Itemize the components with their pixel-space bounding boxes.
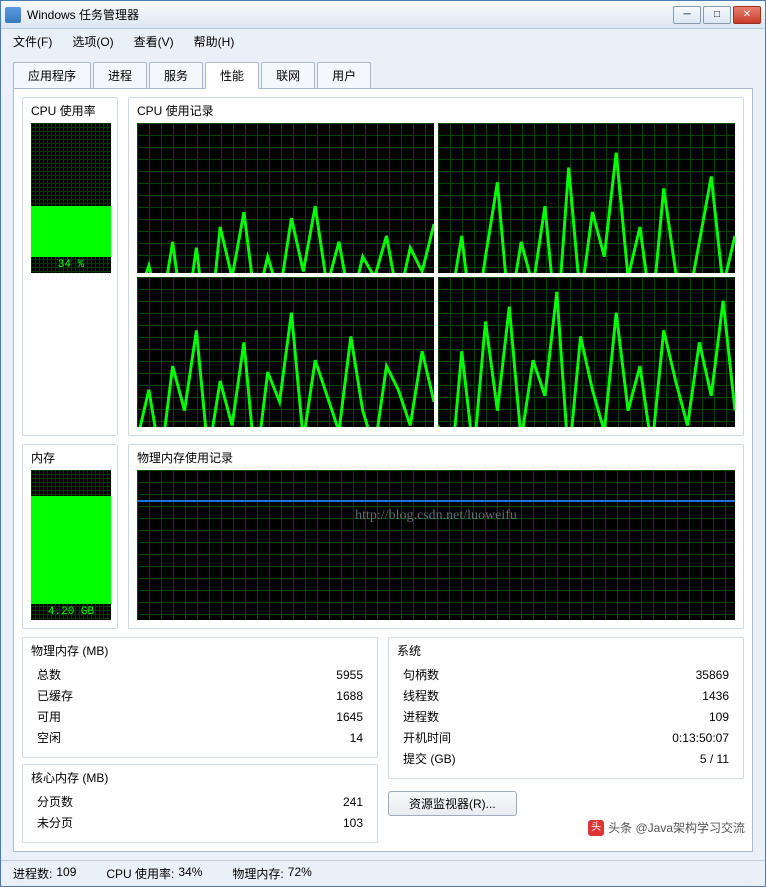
threads-label: 线程数 — [399, 686, 560, 705]
uptime-label: 开机时间 — [399, 728, 560, 747]
uptime-value: 0:13:50:07 — [562, 728, 733, 747]
maximize-button[interactable]: □ — [703, 6, 731, 24]
sb-processes-value: 109 — [56, 865, 76, 882]
tab-users[interactable]: 用户 — [317, 62, 371, 88]
tab-performance[interactable]: 性能 — [205, 62, 259, 89]
cpu-gauge-value: 34 % — [31, 259, 111, 271]
memory-history-group: 物理内存使用记录 http://blog.csdn.net/luoweifu — [128, 444, 744, 629]
cpu-chart-0 — [137, 123, 434, 273]
tab-applications[interactable]: 应用程序 — [13, 62, 91, 88]
cpu-chart-1 — [438, 123, 735, 273]
tab-services[interactable]: 服务 — [149, 62, 203, 88]
toutiao-icon: 头 — [588, 820, 604, 836]
menu-file[interactable]: 文件(F) — [9, 31, 56, 52]
window-title: Windows 任务管理器 — [27, 6, 673, 23]
cached-label: 已缓存 — [33, 686, 219, 705]
memory-group: 内存 4.20 GB — [22, 444, 118, 629]
sb-processes-label: 进程数: — [13, 865, 52, 882]
proc-count-label: 进程数 — [399, 707, 560, 726]
titlebar: Windows 任务管理器 ─ □ ✕ — [1, 1, 765, 29]
memory-gauge-value: 4.20 GB — [31, 606, 111, 618]
handles-label: 句柄数 — [399, 665, 560, 684]
cpu-history-group: CPU 使用记录 — [128, 97, 744, 436]
cpu-history-label: CPU 使用记录 — [137, 102, 735, 119]
cpu-usage-label: CPU 使用率 — [31, 102, 109, 119]
free-value: 14 — [221, 728, 367, 747]
total-label: 总数 — [33, 665, 219, 684]
nonpaged-value: 103 — [238, 813, 367, 832]
resource-monitor-button[interactable]: 资源监视器(R)... — [388, 791, 517, 816]
physical-memory-group: 物理内存 (MB) 总数5955 已缓存1688 可用1645 空闲14 — [22, 637, 378, 758]
sb-mem-label: 物理内存: — [232, 865, 283, 882]
minimize-button[interactable]: ─ — [673, 6, 701, 24]
attribution-text: 头条 @Java架构学习交流 — [608, 819, 745, 836]
menu-options[interactable]: 选项(O) — [68, 31, 117, 52]
threads-value: 1436 — [562, 686, 733, 705]
close-button[interactable]: ✕ — [733, 6, 761, 24]
system-label: 系统 — [397, 642, 735, 659]
watermark-text: http://blog.csdn.net/luoweifu — [355, 508, 517, 524]
cpu-usage-group: CPU 使用率 34 % — [22, 97, 118, 436]
tab-networking[interactable]: 联网 — [261, 62, 315, 88]
available-label: 可用 — [33, 707, 219, 726]
app-icon — [5, 7, 21, 23]
commit-value: 5 / 11 — [562, 749, 733, 768]
system-group: 系统 句柄数35869 线程数1436 进程数109 开机时间0:13:50:0… — [388, 637, 744, 779]
sb-cpu-label: CPU 使用率: — [106, 865, 174, 882]
free-label: 空闲 — [33, 728, 219, 747]
memory-history-label: 物理内存使用记录 — [137, 449, 735, 466]
cpu-charts — [137, 123, 735, 427]
cached-value: 1688 — [221, 686, 367, 705]
phys-mem-label: 物理内存 (MB) — [31, 642, 369, 659]
proc-count-value: 109 — [562, 707, 733, 726]
total-value: 5955 — [221, 665, 367, 684]
tab-strip: 应用程序 进程 服务 性能 联网 用户 — [1, 54, 765, 88]
statusbar: 进程数:109 CPU 使用率:34% 物理内存: 72% — [1, 860, 765, 886]
available-value: 1645 — [221, 707, 367, 726]
handles-value: 35869 — [562, 665, 733, 684]
paged-value: 241 — [238, 792, 367, 811]
cpu-chart-2 — [137, 277, 434, 427]
cpu-chart-3 — [438, 277, 735, 427]
commit-label: 提交 (GB) — [399, 749, 560, 768]
nonpaged-label: 未分页 — [33, 813, 236, 832]
menu-view[interactable]: 查看(V) — [130, 31, 178, 52]
memory-label: 内存 — [31, 449, 109, 466]
sb-cpu-value: 34% — [178, 865, 202, 882]
kernel-memory-group: 核心内存 (MB) 分页数241 未分页103 — [22, 764, 378, 843]
cpu-gauge: 34 % — [31, 123, 111, 273]
attribution: 头 头条 @Java架构学习交流 — [588, 819, 745, 836]
performance-panel: CPU 使用率 34 % CPU 使用记录 内存 — [13, 88, 753, 852]
sb-mem-value: 72% — [288, 865, 312, 882]
memory-chart: http://blog.csdn.net/luoweifu — [137, 470, 735, 620]
tab-processes[interactable]: 进程 — [93, 62, 147, 88]
kernel-mem-label: 核心内存 (MB) — [31, 769, 369, 786]
paged-label: 分页数 — [33, 792, 236, 811]
menu-help[interactable]: 帮助(H) — [190, 31, 239, 52]
memory-gauge: 4.20 GB — [31, 470, 111, 620]
menubar: 文件(F) 选项(O) 查看(V) 帮助(H) — [1, 29, 765, 54]
